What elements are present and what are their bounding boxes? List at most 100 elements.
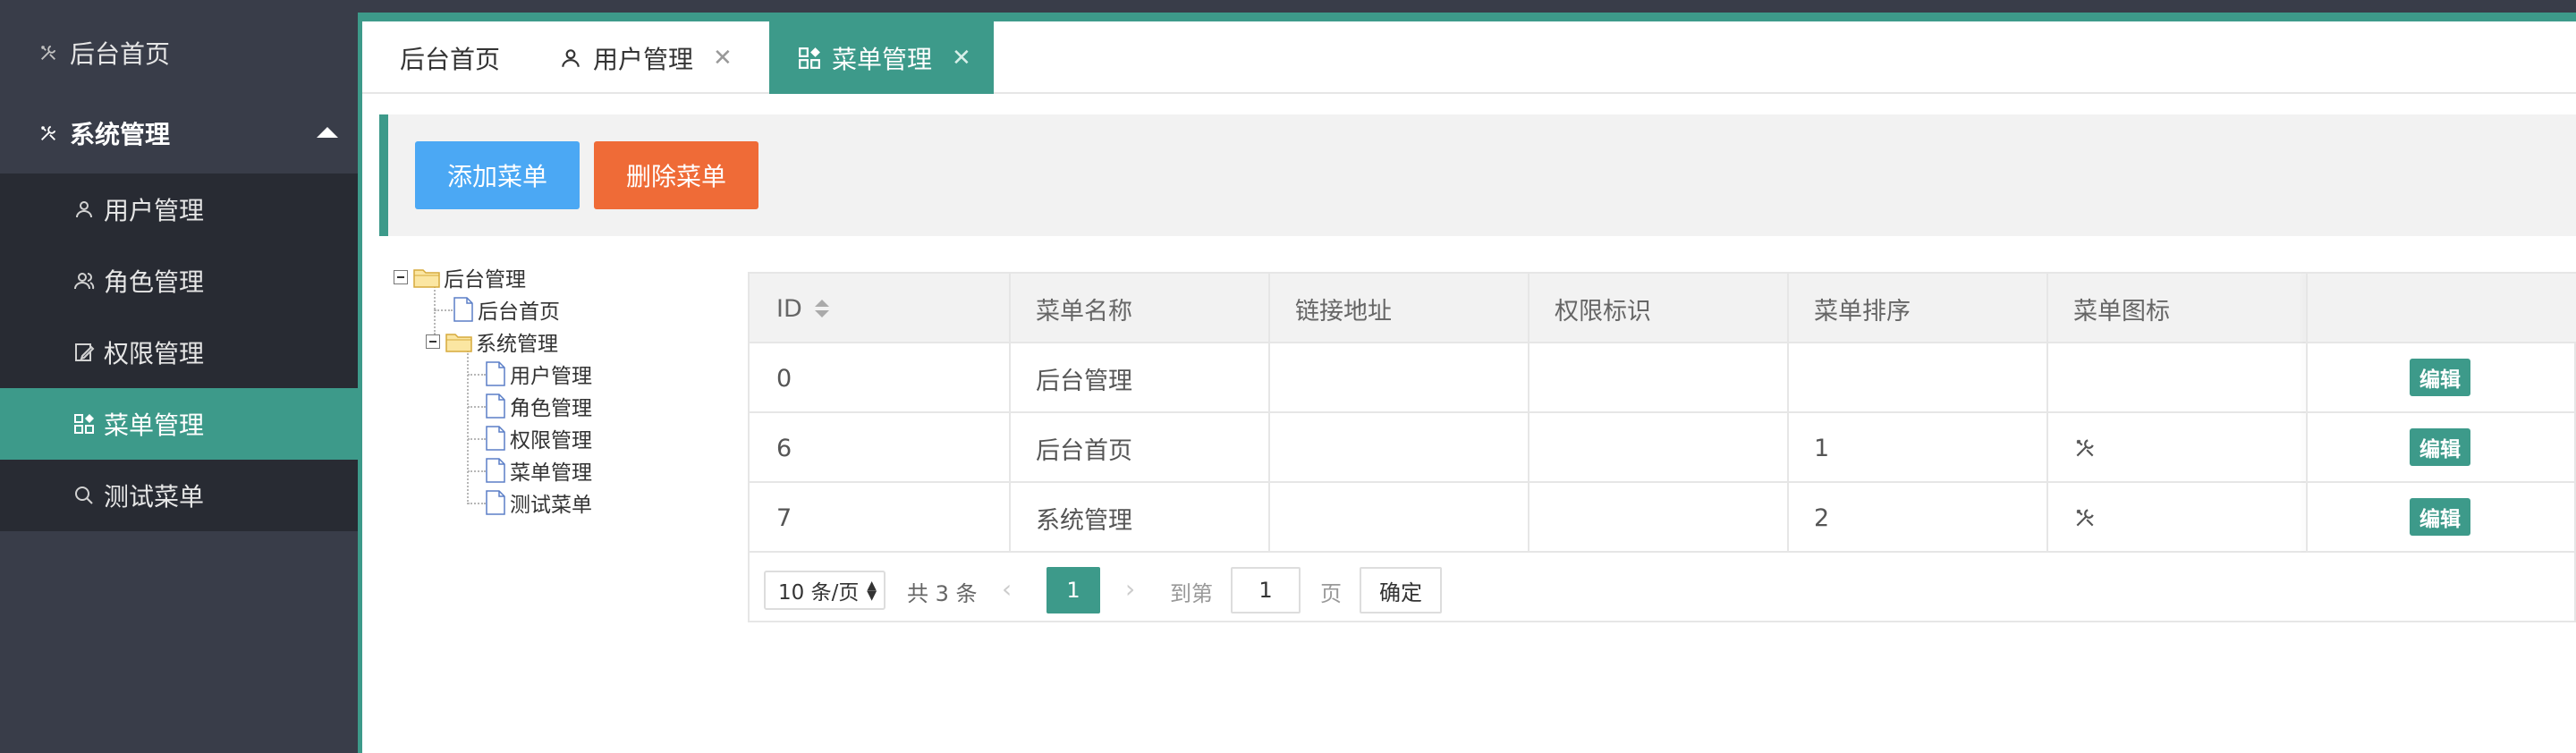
sidebar-item-test[interactable]: 测试菜单	[0, 460, 358, 531]
edit-button[interactable]: 编辑	[2410, 359, 2470, 396]
cell-url	[1268, 413, 1295, 483]
tree-node-label: 菜单管理	[510, 461, 592, 485]
tab-users[interactable]: 用户管理 ✕	[557, 21, 733, 94]
sidebar-item-label: 后台首页	[70, 39, 171, 69]
column-header-id[interactable]: ID	[750, 274, 1009, 343]
tools-icon	[36, 40, 61, 65]
tree-node-child[interactable]: 角色管理	[485, 390, 592, 422]
column-header-name: 菜单名称	[1036, 297, 1132, 326]
page-size-select[interactable]: 10 条/页 ▲ ▼	[764, 571, 886, 610]
collapse-toggle-icon[interactable]	[394, 270, 408, 284]
cell-permission	[1528, 483, 1555, 553]
edit-icon	[72, 340, 97, 365]
sidebar-item-label: 角色管理	[104, 267, 205, 297]
admin-app: 后台首页 系统管理 用户管理 角色管理 权限管理 菜单管理 测试菜单 后台首页 …	[0, 0, 2576, 753]
tree-node-child[interactable]: 菜单管理	[485, 454, 592, 486]
sidebar-item-menus[interactable]: 菜单管理	[0, 388, 358, 460]
sidebar-group-system[interactable]: 系统管理	[0, 93, 358, 173]
tree-node-label: 后台首页	[478, 300, 560, 324]
cell-permission	[1528, 413, 1555, 483]
cell-name: 后台管理	[1036, 367, 1132, 395]
cell-icon	[2046, 483, 2097, 553]
edit-button[interactable]: 编辑	[2410, 428, 2470, 466]
tree-node-label: 系统管理	[476, 333, 558, 356]
goto-page-input[interactable]	[1231, 567, 1301, 613]
tree-node-child[interactable]: 测试菜单	[485, 486, 592, 519]
column-divider	[1528, 274, 1530, 553]
page-size-value: 10 条/页	[778, 581, 860, 605]
tree-node-child[interactable]: 权限管理	[485, 422, 592, 454]
column-header-url: 链接地址	[1295, 297, 1392, 326]
users-icon	[72, 268, 97, 293]
sidebar-item-label: 菜单管理	[104, 410, 205, 440]
file-icon	[486, 393, 505, 419]
tools-icon	[2076, 509, 2094, 527]
tree-node-label: 后台管理	[444, 268, 526, 292]
file-icon	[486, 490, 505, 515]
caret-up-icon	[317, 127, 338, 138]
tab-label: 菜单管理	[832, 44, 933, 74]
page-label: 页	[1320, 581, 1342, 606]
sidebar-item-label: 权限管理	[104, 339, 205, 368]
header-accent-bar	[360, 13, 2576, 21]
app-grid-icon	[72, 411, 97, 436]
column-divider	[1268, 274, 1270, 553]
tree-node-label: 角色管理	[510, 397, 592, 420]
tools-icon	[36, 121, 61, 146]
tree-connector	[468, 374, 486, 376]
tree-node-label: 用户管理	[510, 365, 592, 388]
user-icon	[557, 45, 584, 72]
column-divider	[2046, 274, 2048, 553]
tree-connector	[435, 309, 453, 311]
column-divider	[1787, 274, 1789, 553]
next-page-button[interactable]: ›	[1125, 574, 1135, 604]
current-page[interactable]: 1	[1046, 567, 1100, 613]
sidebar-item-users[interactable]: 用户管理	[0, 173, 358, 245]
table-row: 7 系统管理 2 编辑	[750, 483, 2576, 553]
sidebar-accent-border	[358, 13, 362, 753]
pagination: 10 条/页 ▲▼ 共 3 条 ‹ 1 › 到第 页 确定	[750, 554, 2576, 624]
column-header-permission: 权限标识	[1555, 297, 1651, 326]
close-icon[interactable]: ✕	[713, 45, 733, 72]
sidebar-submenu: 用户管理 角色管理 权限管理 菜单管理 测试菜单	[0, 173, 358, 531]
tab-label: 后台首页	[400, 44, 501, 74]
cell-name: 后台首页	[1036, 436, 1132, 465]
tree-node-system[interactable]: 系统管理	[426, 326, 558, 358]
tab-bar: 后台首页 用户管理 ✕ 菜单管理 ✕	[362, 21, 2576, 94]
edit-button[interactable]: 编辑	[2410, 498, 2470, 536]
sort-icon[interactable]	[814, 300, 829, 317]
column-header-order: 菜单排序	[1814, 297, 1911, 326]
prev-page-button[interactable]: ‹	[1002, 574, 1012, 604]
goto-label: 到第	[1170, 581, 1213, 606]
sidebar-item-permissions[interactable]: 权限管理	[0, 317, 358, 388]
table-row: 6 后台首页 1 编辑	[750, 413, 2576, 483]
tree-node-root[interactable]: 后台管理	[394, 261, 526, 293]
cell-name: 系统管理	[1036, 506, 1132, 535]
column-header-icon: 菜单图标	[2073, 297, 2170, 326]
cell-order: 1	[1814, 434, 1830, 462]
tab-label: 用户管理	[593, 44, 694, 74]
sidebar-item-home[interactable]: 后台首页	[0, 13, 358, 93]
delete-menu-button[interactable]: 删除菜单	[594, 141, 758, 209]
tab-home[interactable]: 后台首页	[400, 21, 500, 94]
tab-menus[interactable]: 菜单管理 ✕	[769, 21, 994, 94]
tree-connector	[468, 438, 486, 440]
sidebar-group-label: 系统管理	[70, 120, 171, 149]
select-arrows-icon: ▲ ▼	[867, 579, 877, 603]
file-icon	[453, 297, 473, 322]
cell-id: 0	[776, 364, 792, 393]
cell-order	[1787, 343, 1814, 413]
file-icon	[486, 426, 505, 451]
goto-confirm-button[interactable]: 确定	[1360, 567, 1442, 613]
sidebar-item-label: 用户管理	[104, 196, 205, 225]
collapse-toggle-icon[interactable]	[426, 334, 440, 349]
cell-id: 7	[776, 503, 792, 532]
tree-node-home[interactable]: 后台首页	[453, 293, 560, 326]
close-icon[interactable]: ✕	[952, 45, 971, 72]
add-menu-button[interactable]: 添加菜单	[415, 141, 580, 209]
tree-node-child[interactable]: 用户管理	[485, 358, 592, 390]
sidebar-item-roles[interactable]: 角色管理	[0, 245, 358, 317]
total-count: 共 3 条	[907, 581, 978, 606]
file-icon	[486, 458, 505, 483]
cell-permission	[1528, 343, 1555, 413]
